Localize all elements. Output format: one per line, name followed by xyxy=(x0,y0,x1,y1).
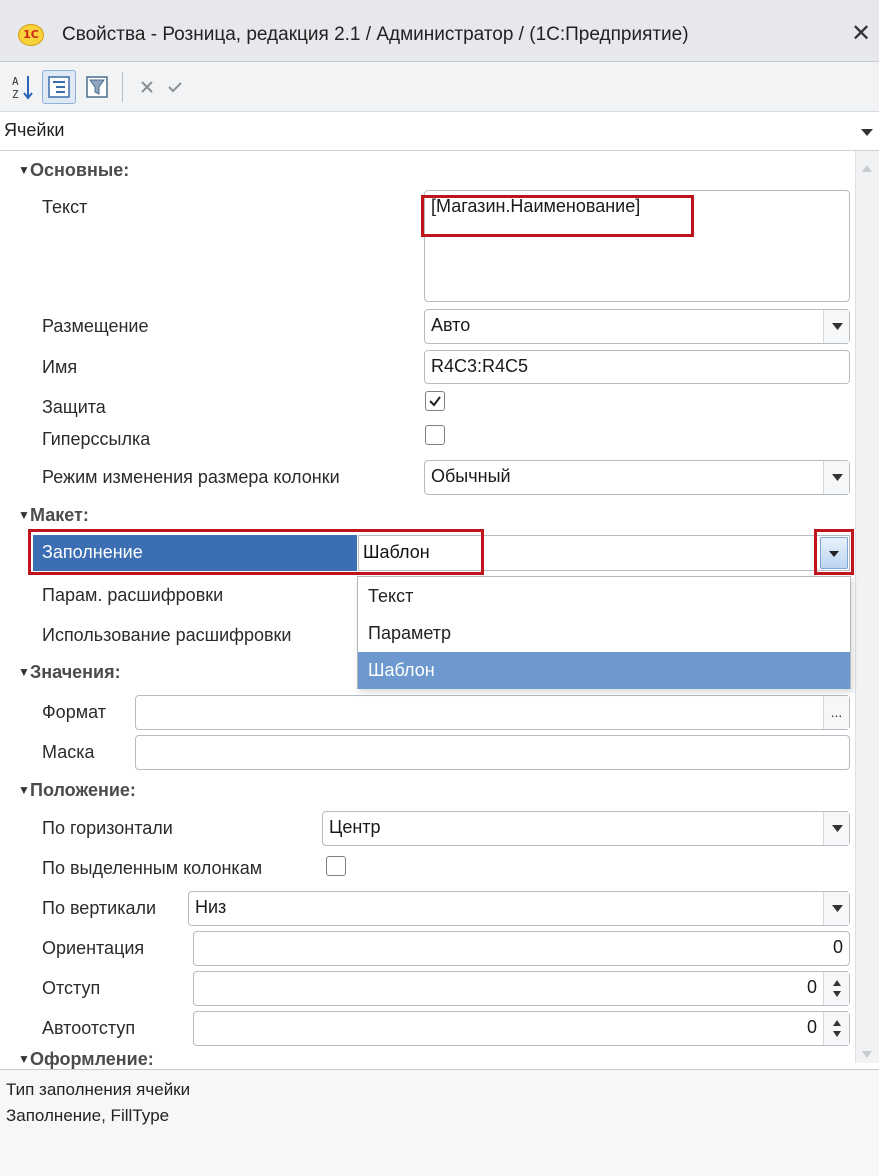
indent-label: Отступ xyxy=(42,978,101,998)
name-field[interactable]: R4C3:R4C5 xyxy=(424,350,850,384)
mask-label: Маска xyxy=(42,742,95,762)
checkmark-icon xyxy=(429,396,441,407)
by-selected-columns-label: По выделенным колонкам xyxy=(42,858,263,878)
resize-mode-value: Обычный xyxy=(431,466,511,486)
protection-checkbox[interactable] xyxy=(425,391,445,411)
collapse-triangle-icon: ▼ xyxy=(18,665,30,679)
text-field-value: [Магазин.Наименование] xyxy=(431,196,641,216)
toolbar-separator xyxy=(122,72,123,102)
group-header-design[interactable]: ▼Оформление: xyxy=(18,1049,154,1070)
toolbar: A Z xyxy=(0,62,879,112)
section-selector-value: Ячейки xyxy=(4,120,65,140)
categories-icon[interactable] xyxy=(42,70,76,104)
fill-option-template[interactable]: Шаблон xyxy=(358,652,850,689)
chevron-down-icon xyxy=(829,551,839,557)
horizontal-select[interactable]: Центр xyxy=(322,811,850,846)
placement-value: Авто xyxy=(431,315,471,335)
group-header-layout[interactable]: ▼Макет: xyxy=(18,505,89,526)
chevron-down-icon[interactable] xyxy=(856,120,878,144)
fill-select[interactable] xyxy=(358,535,850,571)
fill-option-text[interactable]: Текст xyxy=(358,578,850,615)
placement-select[interactable]: Авто xyxy=(424,309,850,344)
orientation-value: 0 xyxy=(832,937,843,957)
fill-label: Заполнение xyxy=(42,542,143,562)
horizontal-value: Центр xyxy=(329,817,381,837)
fill-option-parameter[interactable]: Параметр xyxy=(358,615,850,652)
chevron-down-icon[interactable] xyxy=(823,892,849,925)
scroll-up-icon[interactable] xyxy=(858,160,876,178)
chevron-down-icon[interactable] xyxy=(823,461,849,494)
app-logo: 1С xyxy=(18,24,44,46)
fill-dropdown-button[interactable] xyxy=(820,537,848,569)
name-label: Имя xyxy=(42,357,78,377)
collapse-triangle-icon: ▼ xyxy=(18,783,30,797)
horizontal-label: По горизонтали xyxy=(42,818,173,838)
chevron-down-icon[interactable] xyxy=(823,812,849,845)
svg-text:A: A xyxy=(12,75,19,88)
hyperlink-label: Гиперссылка xyxy=(42,429,151,449)
text-label: Текст xyxy=(42,197,88,217)
vertical-value: Низ xyxy=(195,897,227,917)
orientation-label: Ориентация xyxy=(42,938,145,958)
text-field[interactable]: [Магазин.Наименование] xyxy=(424,190,850,302)
indent-value: 0 xyxy=(806,977,817,997)
orientation-field[interactable]: 0 xyxy=(193,931,850,966)
indent-spinner[interactable] xyxy=(823,972,849,1005)
format-select-button[interactable]: ... xyxy=(823,696,849,729)
close-icon[interactable]: ✕ xyxy=(846,20,876,48)
auto-indent-value: 0 xyxy=(806,1017,817,1037)
spinner-arrows-icon xyxy=(833,1020,841,1037)
indent-field[interactable]: 0 xyxy=(193,971,850,1006)
by-selected-columns-checkbox[interactable] xyxy=(326,856,346,876)
format-label: Формат xyxy=(42,702,106,722)
auto-indent-field[interactable]: 0 xyxy=(193,1011,850,1046)
spinner-arrows-icon xyxy=(833,980,841,997)
fill-value: Шаблон xyxy=(363,542,430,562)
details-usage-label: Использование расшифровки xyxy=(42,625,292,645)
resize-mode-select[interactable]: Обычный xyxy=(424,460,850,495)
vertical-scrollbar[interactable] xyxy=(855,151,879,1063)
description-title: Тип заполнения ячейки xyxy=(6,1080,191,1099)
group-header-position[interactable]: ▼Положение: xyxy=(18,780,136,801)
vertical-label: По вертикали xyxy=(42,898,157,918)
auto-indent-label: Автоотступ xyxy=(42,1018,136,1038)
hyperlink-checkbox[interactable] xyxy=(425,425,445,445)
filter-icon[interactable] xyxy=(80,70,114,104)
protection-label: Защита xyxy=(42,397,106,417)
collapse-triangle-icon: ▼ xyxy=(18,163,30,177)
placement-label: Размещение xyxy=(42,316,149,336)
sort-alphabetical-icon[interactable]: A Z xyxy=(6,70,40,104)
window-title: Свойства - Розница, редакция 2.1 / Админ… xyxy=(62,24,689,45)
collapse-triangle-icon: ▼ xyxy=(18,1052,30,1066)
resize-mode-label: Режим изменения размера колонки xyxy=(42,467,340,487)
scroll-down-icon[interactable] xyxy=(858,1045,876,1063)
group-header-values[interactable]: ▼Значения: xyxy=(18,662,121,683)
name-value: R4C3:R4C5 xyxy=(431,356,529,376)
details-param-label: Парам. расшифровки xyxy=(42,585,224,605)
auto-indent-spinner[interactable] xyxy=(823,1012,849,1045)
apply-icon[interactable] xyxy=(158,70,192,104)
format-field[interactable]: ... xyxy=(135,695,850,730)
chevron-down-icon[interactable] xyxy=(823,310,849,343)
collapse-triangle-icon: ▼ xyxy=(18,508,30,522)
svg-text:Z: Z xyxy=(12,88,19,101)
description-property: Заполнение, FillType xyxy=(6,1106,170,1125)
section-selector[interactable] xyxy=(0,113,879,151)
group-header-main[interactable]: ▼Основные: xyxy=(18,160,129,181)
fill-dropdown-list: Текст Параметр Шаблон xyxy=(357,576,851,689)
vertical-select[interactable]: Низ xyxy=(188,891,850,926)
mask-field[interactable] xyxy=(135,735,850,770)
